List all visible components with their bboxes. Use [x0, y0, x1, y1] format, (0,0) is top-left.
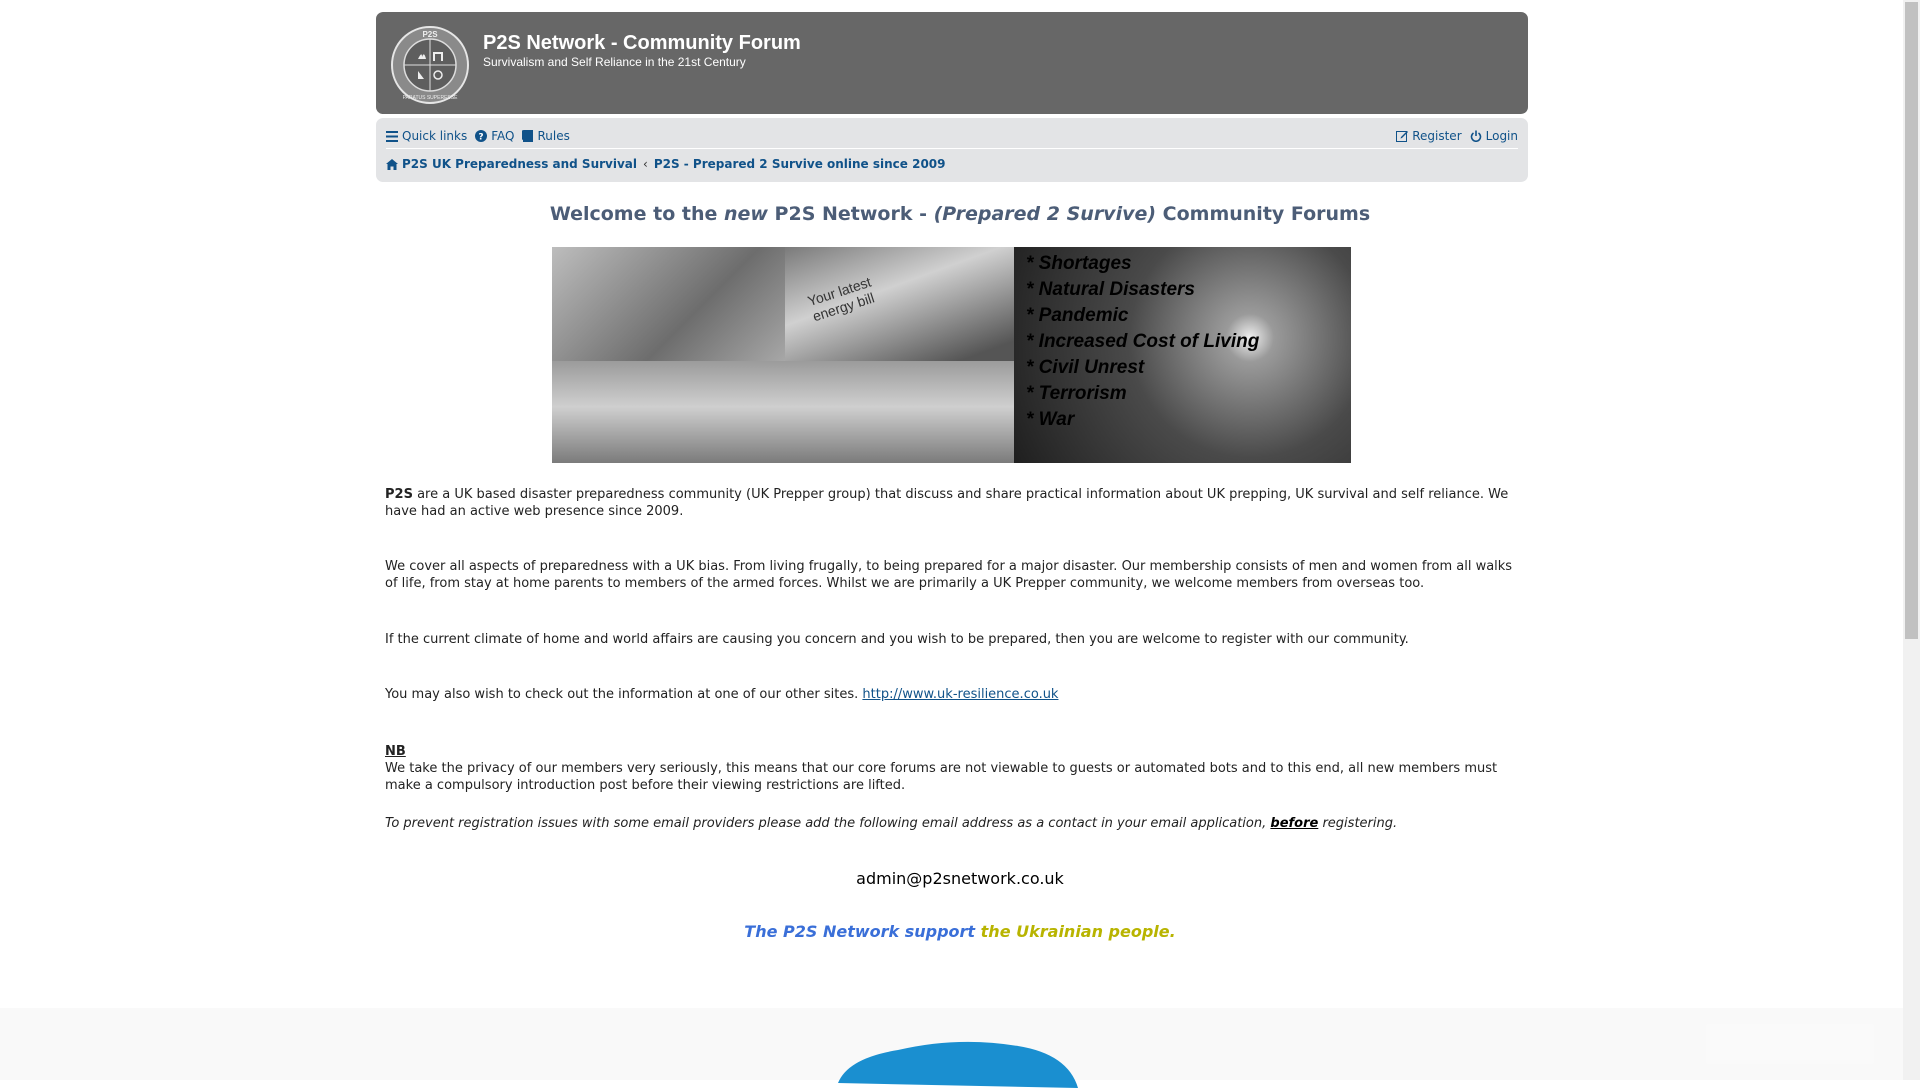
intro-text: are a UK based disaster preparedness com… [385, 487, 1509, 519]
welcome-heading: Welcome to the new P2S Network - (Prepar… [0, 203, 1920, 225]
uk-resilience-link[interactable]: http://www.uk-resilience.co.uk [862, 687, 1058, 702]
other-sites-text: You may also wish to check out the infor… [385, 687, 863, 702]
rules-label: Rules [537, 129, 570, 143]
home-icon [386, 158, 398, 170]
faq-link[interactable]: ? FAQ [475, 129, 514, 143]
coverage-text: We cover all aspects of preparedness wit… [385, 559, 1513, 591]
quick-links-label: Quick links [402, 129, 468, 143]
register-paragraph: If the current climate of home and world… [385, 631, 1525, 648]
threat-item: * Increased Cost of Living [1026, 331, 1260, 352]
site-logo[interactable]: P2S PARATUS SUPERESSE [390, 25, 470, 105]
faq-label: FAQ [491, 129, 515, 143]
svg-text:PARATUS SUPERESSE: PARATUS SUPERESSE [403, 95, 458, 101]
quick-links-button[interactable]: Quick links [386, 129, 467, 143]
svg-text:P2S: P2S [422, 30, 438, 39]
page-wrap: P2S PARATUS SUPERESSE P2S Network - Comm… [376, 12, 1528, 182]
registration-note-end: registering. [1318, 816, 1398, 831]
intro-paragraph: P2S are a UK based disaster preparedness… [385, 486, 1525, 520]
power-icon [1470, 130, 1481, 142]
admin-email: admin@p2snetwork.co.uk [856, 869, 1064, 888]
welcome-part1: Welcome to the [549, 203, 724, 225]
login-label: Login [1485, 129, 1518, 143]
welcome-part5: Community Forums [1156, 203, 1371, 225]
privacy-paragraph: NB We take the privacy of our members ve… [385, 743, 1525, 794]
nav-links-row: Quick links ? FAQ Rules Register Login [386, 126, 1518, 146]
breadcrumb-separator-icon: ‹ [643, 157, 648, 171]
threat-item: * Pandemic [1026, 305, 1129, 326]
banner-image: Your latest energy bill * Shortages * Na… [552, 247, 1351, 463]
other-sites-paragraph: You may also wish to check out the infor… [385, 686, 1525, 703]
nb-label: NB [385, 744, 406, 759]
empty-shelves-photo [552, 247, 785, 361]
nav-divider [386, 148, 1518, 149]
welcome-part4: (Prepared 2 Survive) [933, 203, 1157, 225]
breadcrumb-current[interactable]: P2S - Prepared 2 Survive online since 20… [654, 157, 946, 171]
breadcrumb-home-label: P2S UK Preparedness and Survival [402, 157, 637, 171]
edit-icon [1396, 131, 1409, 142]
navbar: Quick links ? FAQ Rules Register Login P… [376, 118, 1528, 182]
threat-item: * Shortages [1026, 253, 1132, 274]
threat-item: * Civil Unrest [1026, 357, 1145, 378]
flood-photo [552, 361, 1014, 463]
site-title[interactable]: P2S Network - Community Forum [483, 32, 801, 55]
threat-item: * Natural Disasters [1026, 279, 1195, 300]
threat-item: * Terrorism [1026, 383, 1127, 404]
login-link[interactable]: Login [1470, 129, 1518, 143]
p2s-bold: P2S [385, 487, 413, 502]
threat-list: * Shortages * Natural Disasters * Pandem… [1026, 251, 1259, 433]
coverage-paragraph: We cover all aspects of preparedness wit… [385, 558, 1525, 592]
ukraine-text-blue: The P2S Network support [744, 922, 981, 941]
register-label: Register [1412, 129, 1462, 143]
privacy-text: We take the privacy of our members very … [385, 761, 1498, 793]
svg-text:?: ? [479, 133, 484, 143]
threat-item: * War [1026, 409, 1075, 430]
registration-note: To prevent registration issues with some… [385, 815, 1525, 832]
registration-note-text: To prevent registration issues with some… [385, 816, 1271, 831]
menu-icon [386, 130, 398, 142]
register-text: If the current climate of home and world… [385, 632, 1409, 647]
breadcrumb: P2S UK Preparedness and Survival ‹ P2S -… [386, 154, 946, 174]
before-emphasis: before [1270, 816, 1319, 831]
book-icon [522, 130, 534, 142]
ukraine-text-yellow: the Ukrainian people. [980, 922, 1176, 941]
bill-text: Your latest energy bill [806, 274, 878, 325]
welcome-part2: new [723, 203, 768, 225]
rules-link[interactable]: Rules [522, 129, 570, 143]
breadcrumb-home[interactable]: P2S UK Preparedness and Survival [386, 157, 637, 171]
ukraine-flag-brush-image [838, 1041, 1078, 1088]
question-circle-icon: ? [475, 130, 488, 143]
welcome-part3: P2S Network - [767, 203, 934, 225]
cookie-accept-button[interactable] [1706, 1024, 1874, 1064]
site-description: Survivalism and Self Reliance in the 21s… [483, 55, 746, 69]
scrollbar-thumb[interactable] [1905, 2, 1918, 639]
ukraine-support: The P2S Network support the Ukrainian pe… [0, 922, 1920, 941]
register-link[interactable]: Register [1396, 129, 1462, 143]
energy-bill-photo: Your latest energy bill [785, 247, 1159, 372]
scrollbar[interactable] [1903, 0, 1920, 1080]
site-header: P2S PARATUS SUPERESSE P2S Network - Comm… [376, 12, 1528, 114]
